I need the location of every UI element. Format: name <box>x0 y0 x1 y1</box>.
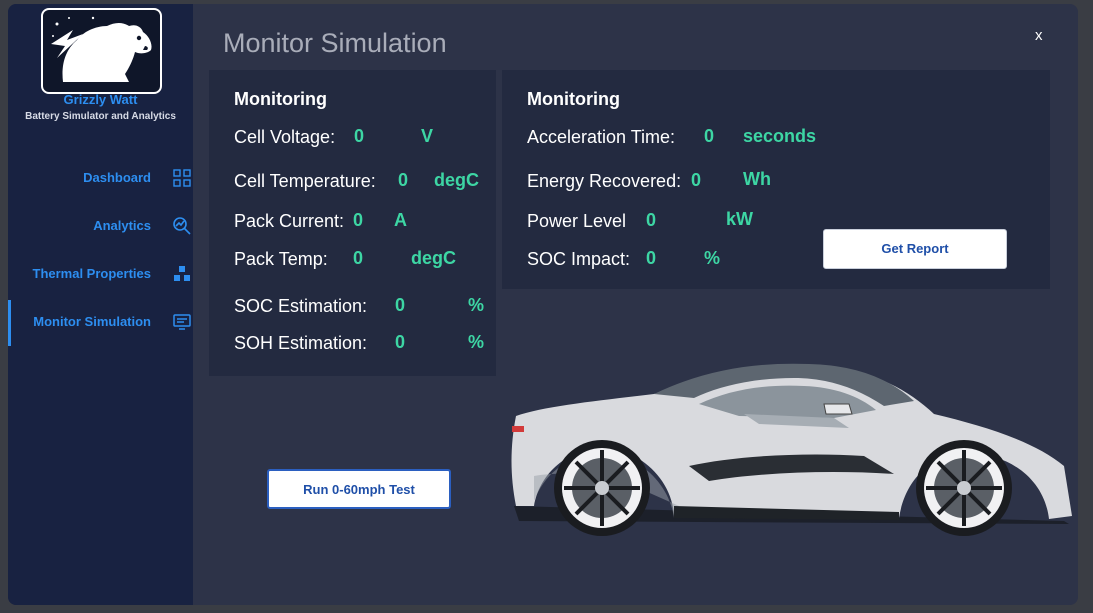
monitor-icon <box>173 314 191 330</box>
cell-voltage-unit: V <box>421 126 434 146</box>
run-0-60mph-test-button[interactable]: Run 0-60mph Test <box>267 469 451 509</box>
sidebar-item-dashboard[interactable]: Dashboard <box>8 162 193 196</box>
pack-temp-unit: degC <box>411 248 456 268</box>
soc-estimation-label: SOC Estimation: <box>234 296 368 316</box>
page-title: Monitor Simulation <box>223 28 447 58</box>
soh-estimation-label: SOH Estimation: <box>234 333 368 353</box>
soc-estimation-value: 0 <box>395 295 406 315</box>
main-window: Grizzly Watt Battery Simulator and Analy… <box>8 4 1078 605</box>
acceleration-time-unit: seconds <box>743 126 817 146</box>
sidebar-item-label: Monitor Simulation <box>33 314 151 329</box>
soc-impact-value: 0 <box>646 248 657 268</box>
soh-estimation-value: 0 <box>395 332 406 352</box>
thermal-icon <box>174 266 190 281</box>
soc-estimation-unit: % <box>468 295 485 315</box>
grid-icon <box>173 169 191 187</box>
panel-heading: Monitoring <box>234 89 327 109</box>
pack-temp-label: Pack Temp: <box>234 249 328 269</box>
get-report-button[interactable]: Get Report <box>823 229 1007 269</box>
power-level-unit: kW <box>726 209 753 229</box>
energy-recovered-value: 0 <box>691 170 702 190</box>
sidebar: Grizzly Watt Battery Simulator and Analy… <box>8 4 193 605</box>
sidebar-item-label: Analytics <box>93 218 151 233</box>
cell-voltage-label: Cell Voltage: <box>234 127 336 147</box>
soc-impact-unit: % <box>704 248 721 268</box>
sidebar-item-label: Thermal Properties <box>32 266 152 281</box>
pack-temp-value: 0 <box>353 248 364 268</box>
power-level-label: Power Level <box>527 211 627 231</box>
sidebar-item-monitor-simulation[interactable]: Monitor Simulation <box>8 300 193 346</box>
sidebar-item-analytics[interactable]: Analytics <box>8 210 193 244</box>
monitoring-panel-left: Monitoring Cell Voltage: 0 V Cell Temper… <box>209 70 496 376</box>
close-button[interactable]: x <box>1035 27 1043 44</box>
panel-heading: Monitoring <box>527 89 620 109</box>
pack-current-label: Pack Current: <box>234 211 345 231</box>
pack-current-unit: A <box>394 210 407 230</box>
cell-temperature-label: Cell Temperature: <box>234 171 376 191</box>
app-name: Grizzly Watt <box>63 92 138 107</box>
sports-car-illustration <box>511 363 1072 536</box>
grizzly-bear-logo <box>41 8 162 94</box>
cell-temperature-unit: degC <box>434 170 479 190</box>
app-subtitle: Battery Simulator and Analytics <box>25 111 176 122</box>
soc-impact-label: SOC Impact: <box>527 249 631 269</box>
analytics-icon <box>173 217 191 235</box>
sidebar-item-label: Dashboard <box>83 170 151 185</box>
active-indicator <box>8 300 11 346</box>
acceleration-time-label: Acceleration Time: <box>527 127 676 147</box>
power-level-value: 0 <box>646 210 657 230</box>
pack-current-value: 0 <box>353 210 364 230</box>
cell-voltage-value: 0 <box>354 126 365 146</box>
sidebar-item-thermal-properties[interactable]: Thermal Properties <box>8 258 193 292</box>
cell-temperature-value: 0 <box>398 170 409 190</box>
energy-recovered-label: Energy Recovered: <box>527 171 682 191</box>
soh-estimation-unit: % <box>468 332 485 352</box>
acceleration-time-value: 0 <box>704 126 715 146</box>
energy-recovered-unit: Wh <box>743 169 771 189</box>
